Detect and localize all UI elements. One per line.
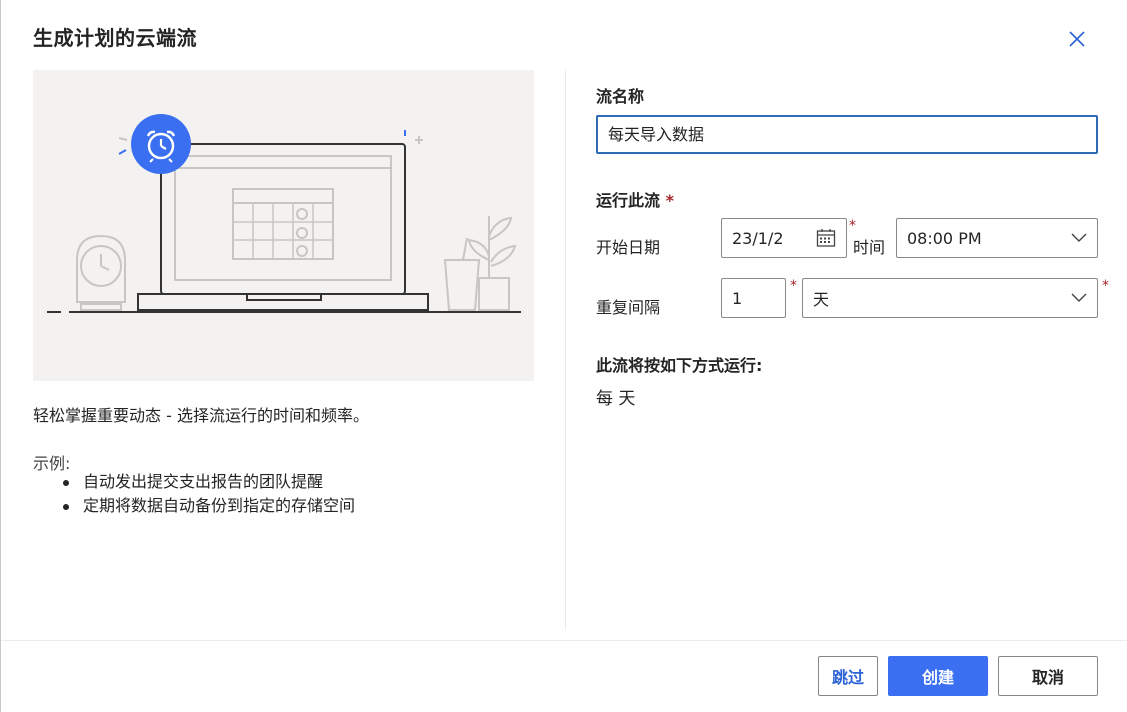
create-button[interactable]: 创建: [888, 656, 988, 696]
repeat-unit-value: 天: [813, 290, 830, 309]
example-list: 自动发出提交支出报告的团队提醒 定期将数据自动备份到指定的存储空间: [63, 470, 355, 518]
start-date-value: 23/1/2: [732, 228, 784, 248]
cancel-button[interactable]: 取消: [998, 656, 1098, 696]
repeat-unit-dropdown[interactable]: 天: [802, 278, 1098, 318]
description-text: 轻松掌握重要动态 - 选择流运行的时间和频率。: [33, 406, 369, 425]
laptop-calendar-illustration: [47, 114, 521, 313]
required-mark: *: [849, 218, 856, 234]
schedule-summary-label: 此流将按如下方式运行:: [596, 356, 763, 375]
laptop-icon: [137, 143, 429, 311]
skip-button[interactable]: 跳过: [818, 656, 878, 696]
alarm-clock-icon: [118, 114, 191, 174]
list-item: 自动发出提交支出报告的团队提醒: [63, 470, 355, 494]
time-value: 08:00 PM: [907, 228, 982, 248]
dialog-title: 生成计划的云端流: [33, 26, 197, 50]
repeat-interval-label: 重复间隔: [596, 298, 661, 317]
chevron-down-icon: [1071, 293, 1087, 302]
time-label: 时间: [853, 238, 886, 257]
start-date-picker[interactable]: 23/1/2: [721, 218, 847, 258]
scheduled-flow-dialog: 生成计划的云端流 轻松掌握重要动态 - 选择流运行的时间和频率。 示例: 自动发…: [0, 0, 1127, 712]
close-icon: [1069, 31, 1085, 47]
required-mark: *: [665, 191, 674, 210]
run-flow-label: 运行此流: [596, 191, 661, 210]
flow-name-label: 流名称: [596, 87, 645, 106]
start-date-label: 开始日期: [596, 238, 661, 257]
desk-clock-icon: [76, 234, 126, 311]
run-flow-heading: 运行此流 *: [596, 187, 674, 211]
repeat-count-input[interactable]: 1: [721, 278, 786, 318]
list-item: 定期将数据自动备份到指定的存储空间: [63, 494, 355, 518]
calendar-icon[interactable]: [816, 228, 836, 248]
schedule-summary-value: 每 天: [596, 389, 636, 409]
repeat-count-value: 1: [732, 288, 743, 308]
chevron-down-icon: [1071, 233, 1087, 242]
footer-divider: [1, 640, 1127, 641]
flow-name-value: 每天导入数据: [608, 125, 705, 144]
plant-icon: [443, 216, 517, 311]
required-mark: *: [790, 278, 797, 294]
time-dropdown[interactable]: 08:00 PM: [896, 218, 1098, 258]
flow-name-input[interactable]: 每天导入数据: [596, 115, 1098, 154]
required-mark: *: [1102, 278, 1109, 294]
vertical-divider: [565, 70, 566, 630]
close-button[interactable]: [1063, 25, 1091, 53]
illustration: [33, 70, 534, 381]
